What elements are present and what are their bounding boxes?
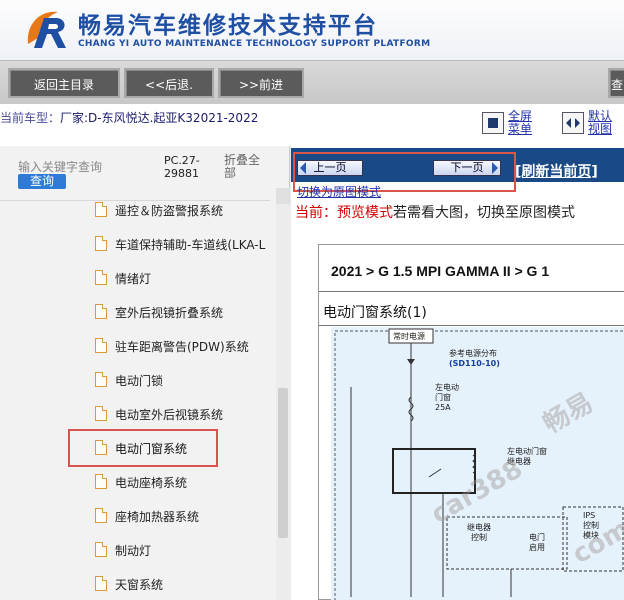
scroll-up-arrow[interactable] [276,188,290,204]
vehicle-name: 厂家:D-东风悦达.起亚K32021-2022 [60,111,259,125]
file-icon [95,406,107,421]
collapse-all-button[interactable]: 折叠全部 [224,154,268,180]
doc-breadcrumb: 2021 > G 1.5 MPI GAMMA II > G 1 [331,263,550,279]
file-icon [95,304,107,319]
fuse-label-2: 门窗 [435,393,451,402]
file-icon [95,576,107,591]
search-button[interactable]: 查询 [18,174,66,189]
file-icon [95,338,107,353]
wiring-diagram: 常时电源 参考电源分布 (SD110-10) 左电动 门窗 25A 左电动门窗 … [331,327,624,600]
relay-ctrl-label-2: 控制 [471,533,487,542]
search-input[interactable]: 输入关键字查询 [18,158,102,175]
tree-item-label: 电动室外后视镜系统 [115,408,224,422]
brand-subtitle: CHANG YI AUTO MAINTENANCE TECHNOLOGY SUP… [78,39,431,49]
tree-item-label: 驻车距离警告(PDW)系统 [115,340,249,354]
ips-label-1: IPS [583,511,596,520]
back-button[interactable]: <<后退. [124,68,214,98]
info-row: 当前车型： 厂家:D-东风悦达.起亚K32021-2022 全屏 菜单 默认 视… [0,104,624,146]
enable-label-2: 启用 [529,543,545,552]
file-icon [95,372,107,387]
fullscreen-menu-icon[interactable] [482,112,504,134]
fuse-label-1: 左电动 [435,383,459,392]
vehicle-label: 当前车型： [0,111,61,125]
fullscreen-menu-link[interactable]: 全屏 菜单 [508,110,532,136]
file-icon [95,236,107,251]
left-scrollbar[interactable] [276,188,290,600]
query-button[interactable]: 查 [608,68,624,98]
logo-icon [27,11,66,48]
document-page: 2021 > G 1.5 MPI GAMMA II > G 1 电动门窗系统(1… [318,244,624,600]
enable-label-1: 电门 [529,533,545,542]
home-button[interactable]: 返回主目录 [8,68,120,98]
default-view-icon[interactable] [562,112,584,134]
preview-mode-label: 当前：预览模式 [295,205,393,221]
default-line2: 视图 [588,122,613,136]
highlight-box [68,429,218,467]
relay-ctrl-label-1: 继电器 [467,523,491,532]
brand-title: 畅易汽车维修技术支持平台 [78,13,378,39]
refresh-link[interactable]: [刷新当前页] [515,161,598,181]
pc-code: PC.27-29881 [164,154,200,180]
doc-title: 电动门窗系统(1) [323,305,427,321]
tree-item-label: 电动座椅系统 [115,476,188,490]
tree-item-label: 天窗系统 [115,578,164,592]
divider [0,200,270,201]
tree-item-label: 座椅加热器系统 [115,510,200,524]
tree-item-label: 室外后视镜折叠系统 [115,306,224,320]
preview-mode-hint: 若需看大图，切换至原图模式 [393,205,575,221]
file-icon [95,270,107,285]
file-icon [95,474,107,489]
default-view-link[interactable]: 默认 视图 [588,110,612,136]
preview-mode-notice: 当前：预览模式若需看大图，切换至原图模式 [295,202,575,222]
tree-item-label: 车道保持辅助-车道线(LKA-L [115,238,266,252]
tree-item-label: 电动门锁 [115,374,164,388]
ref-power-label: 参考电源分布 [449,349,497,358]
tree-item-label: 遥控＆防盗警报系统 [115,204,224,218]
divider [319,325,624,326]
fullscreen-line2: 菜单 [508,122,533,136]
constant-power-label: 常时电源 [393,332,425,341]
file-icon [95,542,107,557]
switch-original-link[interactable]: 切换为原图模式 [297,183,381,200]
tree-item-label: 制动灯 [115,544,152,558]
scroll-thumb[interactable] [278,388,288,538]
fuse-label-3: 25A [435,403,451,412]
file-icon [95,508,107,523]
header: 畅易汽车维修技术支持平台 CHANG YI AUTO MAINTENANCE T… [0,0,624,60]
ref-power-code: (SD110-10) [449,359,500,368]
nav-bar: 返回主目录 <<后退. >>前进 查 [0,60,624,104]
file-icon [95,202,107,217]
tree-item-label: 情绪灯 [115,272,152,286]
content-panel: 上一页 下一页 [刷新当前页] 切换为原图模式 当前：预览模式若需看大图，切换至… [291,146,624,600]
divider [319,291,624,292]
forward-button[interactable]: >>前进 [218,68,304,98]
